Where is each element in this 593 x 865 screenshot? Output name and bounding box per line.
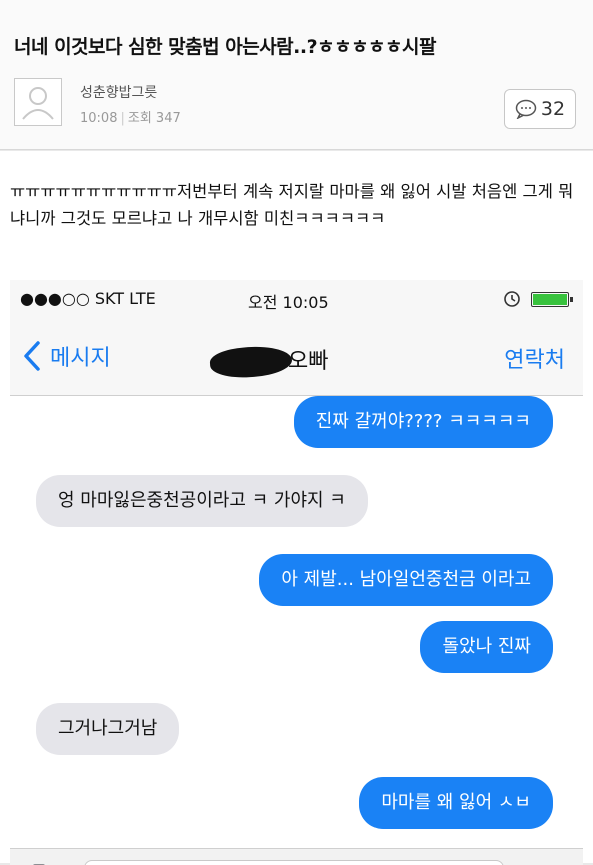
message-bubble-outgoing: 마마를 왜 잃어 ㅅㅂ	[359, 777, 553, 829]
back-chevron-icon	[24, 341, 40, 371]
message-bubble-incoming: 엉 마마잃은중천공이라고 ㅋ 가야지 ㅋ	[36, 475, 368, 527]
contacts-link[interactable]: 연락처	[504, 342, 565, 374]
contact-name: 오빠	[209, 343, 329, 380]
message-input-bar: 전송	[10, 848, 583, 865]
comment-count: 32	[540, 98, 566, 120]
redaction-mark	[209, 344, 293, 380]
views-label: 조회	[127, 111, 152, 126]
status-right	[503, 290, 573, 308]
contact-name-text: 오빠	[288, 349, 329, 374]
messages-nav-bar: 메시지 오빠 연락처	[10, 318, 583, 396]
message-bubble-outgoing: 아 제발... 남아일언중천금 이라고	[259, 554, 553, 606]
alarm-lock-icon	[504, 291, 520, 307]
post-header: 너네 이것보다 심한 맞춤법 아는사람..?ㅎㅎㅎㅎㅎ시팔 성춘향밥그릇 10:…	[0, 0, 593, 150]
message-bubble-outgoing: 돌았나 진짜	[420, 621, 553, 673]
views-count: 347	[155, 111, 181, 126]
avatar[interactable]	[14, 78, 62, 126]
post-title: 너네 이것보다 심한 맞춤법 아는사람..?ㅎㅎㅎㅎㅎ시팔	[14, 36, 436, 58]
back-button[interactable]: 메시지	[22, 340, 111, 372]
comment-icon	[515, 99, 537, 119]
battery-icon	[531, 291, 573, 307]
person-icon	[22, 87, 54, 120]
post-body-text: ㅠㅠㅠㅠㅠㅠㅠㅠㅠㅠㅠ저번부터 계속 저지랄 마마를 왜 잃어 시발 처음엔 그…	[10, 182, 574, 228]
post-time: 10:08	[80, 111, 118, 126]
message-bubble-incoming: 그거나그거남	[36, 703, 180, 755]
back-label: 메시지	[50, 346, 111, 371]
comment-button[interactable]: 32	[504, 89, 576, 129]
status-bar: ●●●○○ SKT LTE 오전 10:05	[10, 280, 583, 318]
message-input[interactable]	[84, 860, 504, 865]
post-meta: 10:08 | 조회 347	[80, 111, 181, 126]
message-bubble-outgoing: 진짜 갈꺼야???? ㅋㅋㅋㅋㅋ	[293, 396, 553, 448]
message-screenshot: ●●●○○ SKT LTE 오전 10:05 메시지 오빠 연락처 진짜 갈꺼야…	[10, 280, 583, 865]
carrier-signal: ●●●○○ SKT LTE	[20, 289, 156, 308]
status-time: 오전 10:05	[248, 293, 329, 312]
author-name[interactable]: 성춘향밥그릇	[80, 82, 157, 102]
